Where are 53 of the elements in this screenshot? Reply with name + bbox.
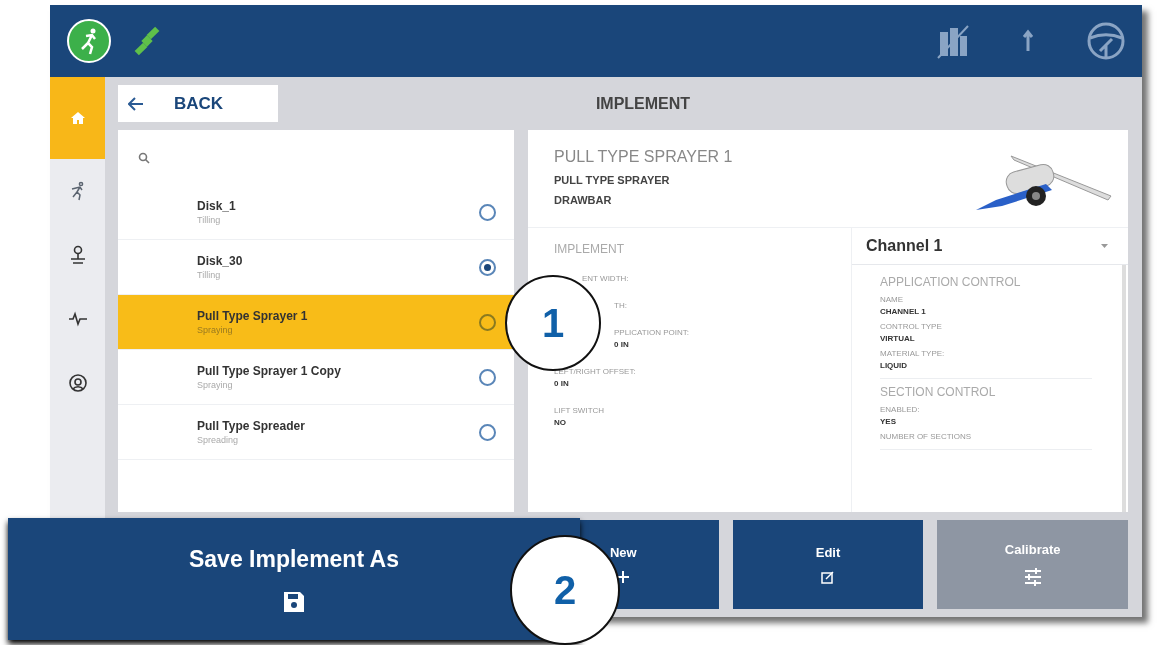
field-label: CONTROL TYPE (880, 322, 943, 331)
implement-type: Spraying (197, 325, 234, 335)
field-value: CHANNEL 1 (880, 307, 927, 316)
field-label: ENABLED: (880, 405, 921, 414)
field-value: 0 IN (614, 340, 630, 349)
section-heading: IMPLEMENT (554, 242, 624, 256)
implement-type: Spreading (197, 435, 240, 445)
pulse-icon (67, 311, 88, 327)
up-arrow-icon[interactable] (1022, 29, 1034, 53)
back-arrow-icon (128, 96, 144, 111)
section-heading: SECTION CONTROL (880, 385, 997, 399)
implement-type: Tilling (197, 270, 222, 280)
field-value: YES (880, 417, 897, 426)
radio-button[interactable] (479, 423, 496, 441)
field-label: NAME (880, 295, 905, 304)
field-value: VIRTUAL (880, 334, 916, 343)
home-icon (69, 110, 86, 126)
implement-model: PULL TYPE SPRAYER (554, 174, 671, 186)
running-person-icon[interactable] (66, 18, 112, 64)
button-label: Save Implement As (188, 545, 400, 573)
implement-type: Spraying (197, 380, 234, 390)
radio-button[interactable] (479, 258, 496, 276)
field-label: MATERIAL TYPE: (880, 349, 946, 358)
field-value: 0 IN (554, 379, 570, 388)
field-label: PPLICATION POINT: (614, 328, 689, 337)
radio-button[interactable] (479, 313, 496, 331)
action-button[interactable]: Edit (732, 520, 924, 609)
implement-name: Disk_1 (197, 199, 237, 213)
back-button[interactable]: BACK (118, 85, 278, 122)
field-label: NUMBER OF SECTIONS (880, 432, 973, 441)
field-label: LIFT SWITCH (554, 406, 605, 415)
edit-icon (821, 570, 835, 584)
field-label: TH: (614, 301, 627, 310)
implement-type: Tilling (197, 215, 222, 225)
implement-title: PULL TYPE SPRAYER 1 (554, 148, 734, 166)
search-icon[interactable] (138, 151, 150, 164)
implement-name: Pull Type Sprayer 1 (197, 309, 309, 323)
implement-name: Disk_30 (197, 254, 244, 268)
sliders-icon (1022, 567, 1043, 587)
implement-name: Pull Type Spreader (197, 419, 306, 433)
steering-wheel-icon[interactable] (1086, 21, 1126, 61)
field-value: LIQUID (880, 361, 909, 370)
radio-button[interactable] (479, 368, 496, 386)
save-icon (283, 590, 305, 613)
radio-button[interactable] (479, 203, 496, 221)
implement-list-item[interactable]: Pull Type Sprayer 1 Spraying (118, 295, 514, 350)
implement-name: Pull Type Sprayer 1 Copy (197, 364, 342, 378)
caret-icon (1101, 244, 1108, 248)
field-value: NO (554, 418, 567, 427)
section-heading: APPLICATION CONTROL (880, 275, 1022, 289)
channel-dropdown[interactable]: Channel 1 (852, 228, 1128, 265)
hitch-type: DRAWBAR (554, 194, 613, 206)
page-title: IMPLEMENT (594, 94, 692, 113)
